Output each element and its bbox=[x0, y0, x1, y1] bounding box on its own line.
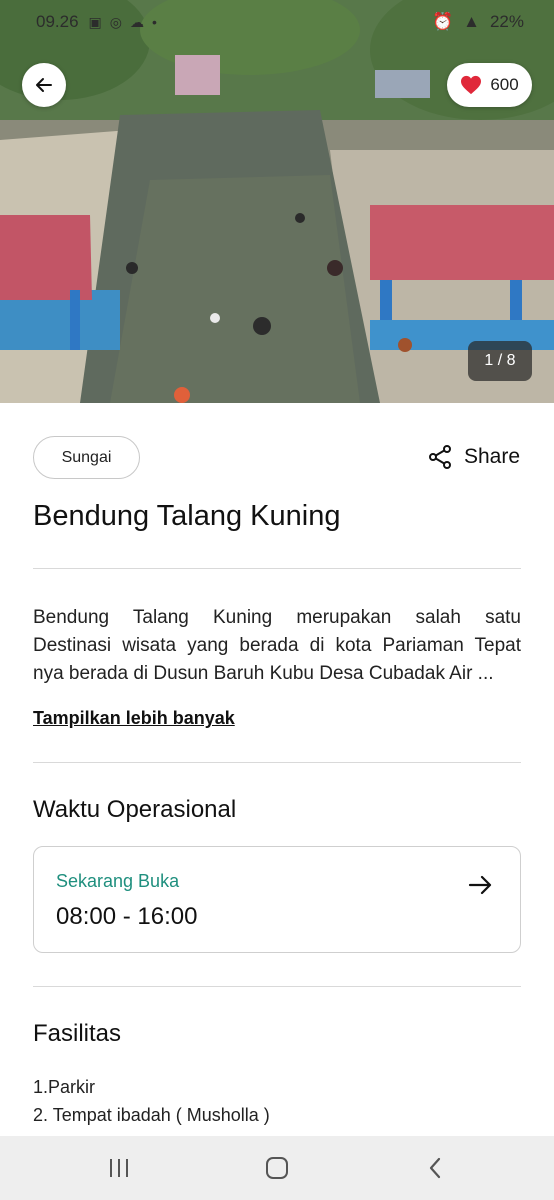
arrow-right-icon bbox=[468, 875, 492, 895]
arrow-left-icon bbox=[36, 78, 52, 92]
back-button[interactable] bbox=[22, 63, 66, 107]
share-label: Share bbox=[464, 445, 521, 468]
alarm-icon: ⏰ bbox=[431, 12, 454, 31]
system-nav-bar bbox=[0, 1136, 554, 1200]
category-chip[interactable]: Sungai bbox=[33, 436, 140, 479]
photo-counter: 1 / 8 bbox=[468, 341, 532, 381]
list-item: 1.Parkir bbox=[33, 1077, 96, 1097]
share-button[interactable]: Share bbox=[428, 444, 520, 470]
hero-photo[interactable]: 09.26 ▣ ◎ ☁ • ⏰ ▲ 22% 600 1 / 8 bbox=[0, 0, 554, 403]
status-right: ⏰ ▲ 22% bbox=[432, 12, 524, 32]
list-item: 2. Tempat ibadah ( Musholla ) bbox=[33, 1105, 270, 1125]
dot-icon: • bbox=[152, 14, 157, 30]
chrome-icon: ◎ bbox=[109, 13, 122, 30]
back-nav-button[interactable] bbox=[405, 1148, 465, 1188]
facilities-list: 1.Parkir 2. Tempat ibadah ( Musholla ) bbox=[33, 1073, 270, 1129]
status-bar: 09.26 ▣ ◎ ☁ • ⏰ ▲ 22% bbox=[0, 0, 554, 44]
description-line: Bendung Talang Kuning merupakan salah sa… bbox=[33, 607, 521, 628]
divider bbox=[33, 986, 521, 987]
home-button[interactable] bbox=[247, 1148, 307, 1188]
status-time: 09.26 bbox=[36, 12, 79, 31]
home-icon bbox=[266, 1157, 288, 1179]
like-button[interactable]: 600 bbox=[447, 63, 532, 107]
operational-title: Waktu Operasional bbox=[33, 796, 237, 823]
status-icons: ▣ ◎ ☁ • bbox=[89, 14, 157, 31]
battery-text: 22% bbox=[489, 12, 524, 31]
divider bbox=[33, 568, 521, 569]
cloud-icon: ☁ bbox=[130, 13, 144, 30]
show-more-link[interactable]: Tampilkan lebih banyak bbox=[33, 708, 235, 729]
chevron-left-icon bbox=[429, 1157, 441, 1179]
description-line: nya berada di Dusun Baruh Kubu Desa Cuba… bbox=[33, 663, 494, 684]
page-title: Bendung Talang Kuning bbox=[33, 500, 341, 532]
description: Bendung Talang Kuning merupakan salah sa… bbox=[33, 604, 521, 688]
gallery-icon: ▣ bbox=[88, 13, 102, 30]
open-status: Sekarang Buka bbox=[56, 871, 180, 891]
facilities-title: Fasilitas bbox=[33, 1020, 122, 1047]
description-line: Destinasi wisata yang berada di kota Par… bbox=[33, 635, 521, 656]
recent-apps-button[interactable] bbox=[89, 1148, 149, 1188]
recent-apps-icon bbox=[110, 1159, 128, 1177]
hours-card[interactable]: Sekarang Buka 08:00 - 16:00 bbox=[33, 846, 521, 953]
signal-icon: ▲ bbox=[463, 12, 480, 31]
like-count: 600 bbox=[490, 75, 519, 94]
share-icon bbox=[429, 445, 451, 469]
hours-range: 08:00 - 16:00 bbox=[56, 903, 198, 930]
heart-icon bbox=[461, 75, 482, 95]
divider bbox=[33, 762, 521, 763]
